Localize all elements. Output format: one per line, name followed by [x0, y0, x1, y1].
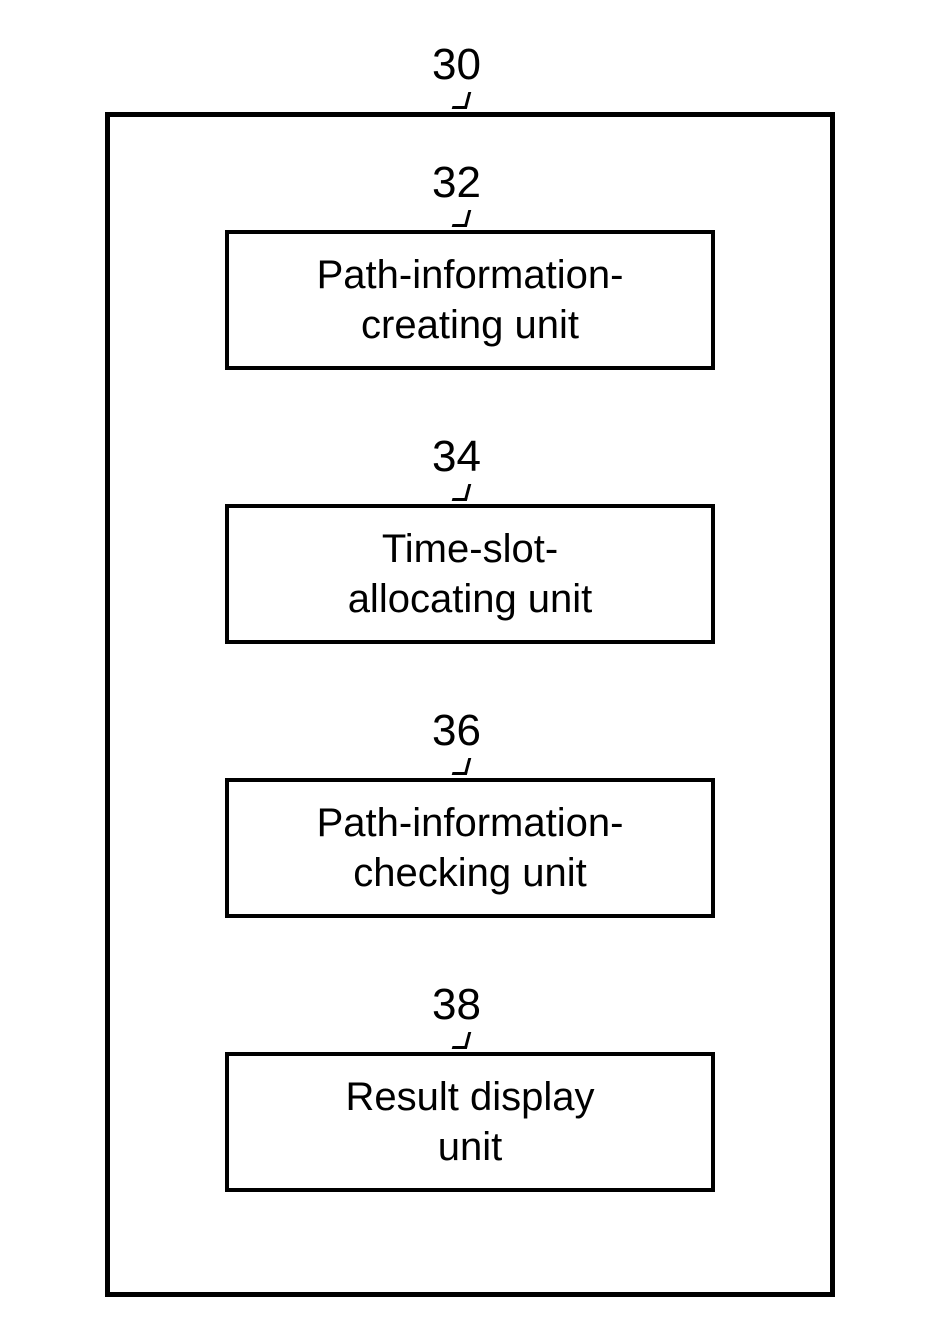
tick-mark	[454, 210, 474, 232]
block-box-result-display: Result display unit	[225, 1052, 715, 1192]
outer-box-label: 30	[432, 40, 481, 90]
block-label-34: 34	[432, 432, 481, 482]
block-box-path-info-checking: Path-information- checking unit	[225, 778, 715, 918]
block-box-path-info-creating: Path-information- creating unit	[225, 230, 715, 370]
block-text: Result display unit	[345, 1072, 594, 1172]
block-diagram: 30 32 Path-information- creating unit 34…	[0, 0, 939, 1333]
block-label-32: 32	[432, 158, 481, 208]
tick-mark	[454, 92, 474, 114]
block-text: Path-information- checking unit	[317, 798, 624, 898]
block-text: Path-information- creating unit	[317, 250, 624, 350]
block-label-38: 38	[432, 980, 481, 1030]
block-text: Time-slot- allocating unit	[348, 524, 593, 624]
tick-mark	[454, 758, 474, 780]
tick-mark	[454, 1032, 474, 1054]
block-label-36: 36	[432, 706, 481, 756]
block-box-time-slot-allocating: Time-slot- allocating unit	[225, 504, 715, 644]
tick-mark	[454, 484, 474, 506]
